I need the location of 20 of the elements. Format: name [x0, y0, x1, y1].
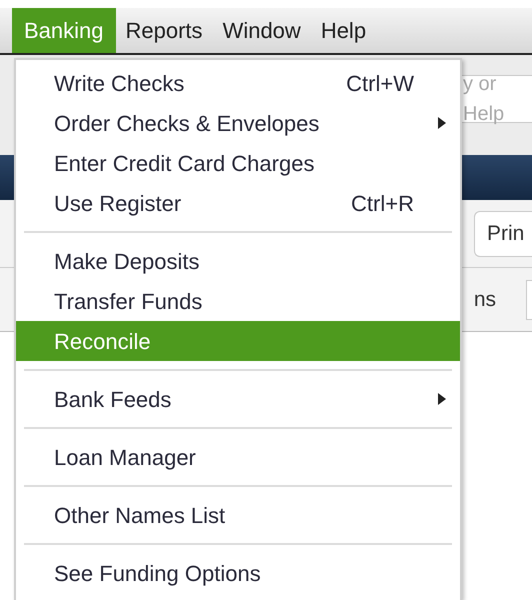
input-field[interactable] [526, 280, 532, 320]
columns-label: ns [474, 286, 496, 313]
menu-bar-item[interactable]: Help [310, 8, 376, 53]
menu-item[interactable]: Use Register Ctrl+R [16, 183, 460, 223]
menu-item[interactable]: Enter Credit Card Charges [16, 143, 460, 183]
menu-item[interactable]: Other Names List [16, 495, 460, 535]
print-button[interactable]: Prin [474, 210, 532, 256]
menu-item[interactable]: Loan Manager [16, 437, 460, 477]
menu-item[interactable]: See Funding Options [16, 553, 460, 593]
menu-bar-item[interactable]: Window [212, 8, 311, 53]
menu-bar-item[interactable]: Reports [116, 8, 213, 53]
menu-bar-item[interactable]: Banking [12, 8, 116, 53]
shortcut-label: Ctrl+W [346, 70, 414, 98]
shortcut-label: Ctrl+R [351, 190, 414, 218]
menu-item[interactable]: Order Checks & Envelopes [16, 103, 460, 143]
menu-item[interactable]: Bank Feeds [16, 379, 460, 419]
menu-item[interactable]: Write Checks Ctrl+W [16, 63, 460, 103]
menu-item[interactable]: Reconcile [16, 321, 460, 361]
menu-item[interactable]: Make Deposits [16, 241, 460, 281]
menu-item[interactable]: Transfer Funds [16, 281, 460, 321]
